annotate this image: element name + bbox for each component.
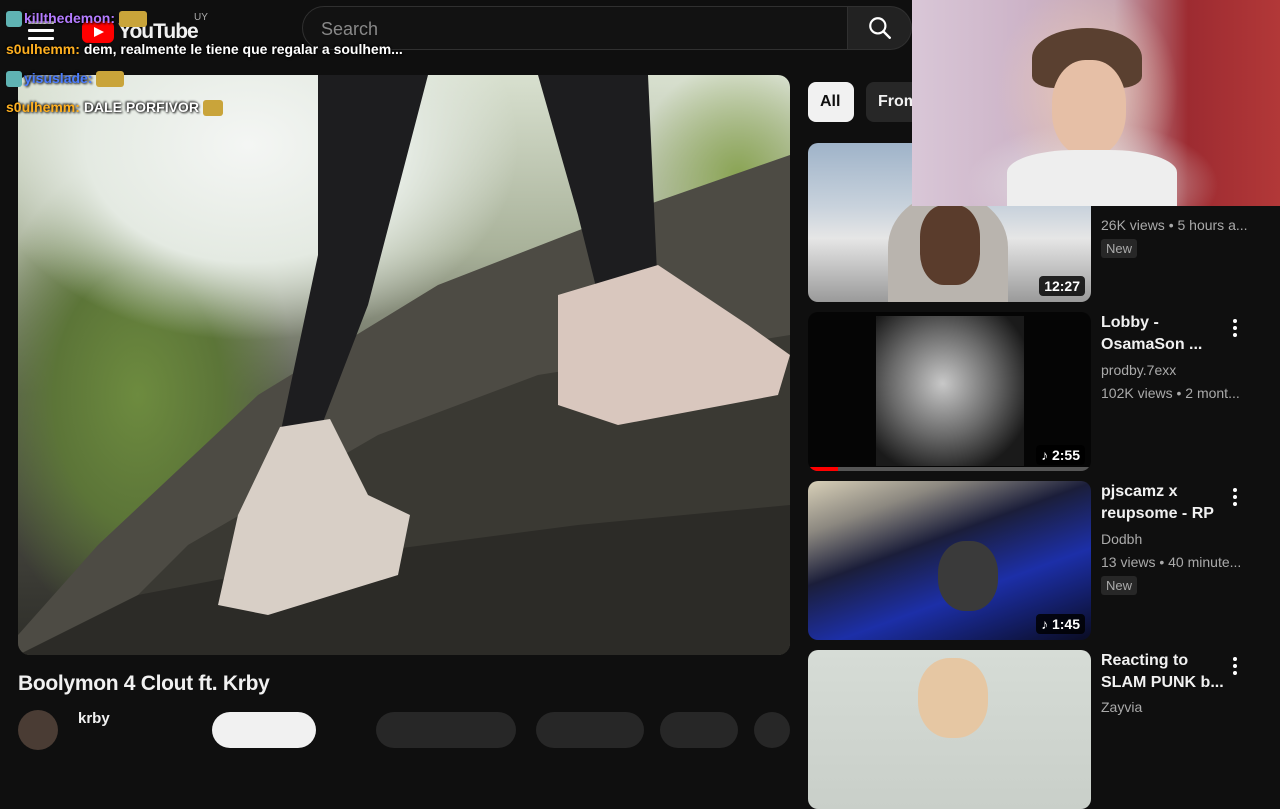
rec-meta-2: 102K views • 2 mont... xyxy=(1101,385,1240,401)
search-icon xyxy=(868,17,891,39)
chat-message: s0ulhemm: dem, realmente le tiene que re… xyxy=(6,41,403,57)
more-options-icon[interactable] xyxy=(1226,316,1244,338)
rec-thumbnail-2[interactable]: ♪ 2:55 xyxy=(808,312,1091,471)
like-button[interactable] xyxy=(376,712,516,748)
country-code: UY xyxy=(194,12,208,23)
emote-icon xyxy=(202,100,223,117)
rec-channel-4[interactable]: Zayvia xyxy=(1101,699,1142,715)
emote-icon xyxy=(119,11,148,28)
chat-username: killthedemon: xyxy=(24,10,116,26)
video-title: Boolymon 4 Clout ft. Krby xyxy=(18,672,270,695)
more-options-icon[interactable] xyxy=(1226,654,1244,676)
more-options-icon[interactable] xyxy=(1226,485,1244,507)
duration-badge: ♪ 2:55 xyxy=(1036,445,1085,465)
channel-name[interactable]: krby xyxy=(78,710,110,727)
chip-all[interactable]: All xyxy=(808,82,854,122)
webcam-overlay xyxy=(912,0,1280,206)
subscribe-button[interactable] xyxy=(212,712,316,748)
more-actions-button[interactable] xyxy=(754,712,790,748)
search-button[interactable] xyxy=(848,6,912,50)
duration-badge: 12:27 xyxy=(1039,276,1085,296)
rec-thumbnail-3[interactable]: ♪ 1:45 xyxy=(808,481,1091,640)
rec-meta-3: 13 views • 40 minute... xyxy=(1101,554,1242,570)
watch-progress-bar xyxy=(808,467,838,471)
chat-username: yisuslade: xyxy=(24,70,93,86)
chat-username: s0ulhemm: xyxy=(6,99,80,115)
chat-badge-icon xyxy=(6,11,22,28)
rec-channel-2[interactable]: prodby.7exx xyxy=(1101,362,1176,378)
share-button[interactable] xyxy=(536,712,644,748)
rec-title-3[interactable]: pjscamz x reupsome - RP xyxy=(1101,481,1231,525)
new-badge: New xyxy=(1101,576,1138,595)
video-player[interactable] xyxy=(18,75,790,655)
rec-title-4[interactable]: Reacting to SLAM PUNK b... xyxy=(1101,650,1231,694)
chat-message: yisuslade: xyxy=(6,70,125,88)
new-badge: New xyxy=(1101,239,1138,258)
rec-thumbnail-4[interactable] xyxy=(808,650,1091,809)
channel-avatar[interactable] xyxy=(18,710,58,750)
emote-icon xyxy=(96,71,125,88)
video-frame xyxy=(18,75,790,655)
chat-text: dem, realmente le tiene que regalar a so… xyxy=(83,41,403,57)
duration-badge: ♪ 1:45 xyxy=(1036,614,1085,634)
chat-message: s0ulhemm: DALE PORFIVOR xyxy=(6,99,223,117)
download-button[interactable] xyxy=(660,712,738,748)
chat-text: DALE PORFIVOR xyxy=(83,99,199,115)
rec-title-2[interactable]: Lobby - OsamaSon ... xyxy=(1101,312,1231,356)
chat-badge-icon xyxy=(6,71,22,88)
rec-meta-1: 26K views • 5 hours a... xyxy=(1101,217,1248,233)
chat-username: s0ulhemm: xyxy=(6,41,80,57)
rec-channel-3[interactable]: Dodbh xyxy=(1101,531,1142,547)
chat-message: killthedemon: xyxy=(6,10,148,28)
